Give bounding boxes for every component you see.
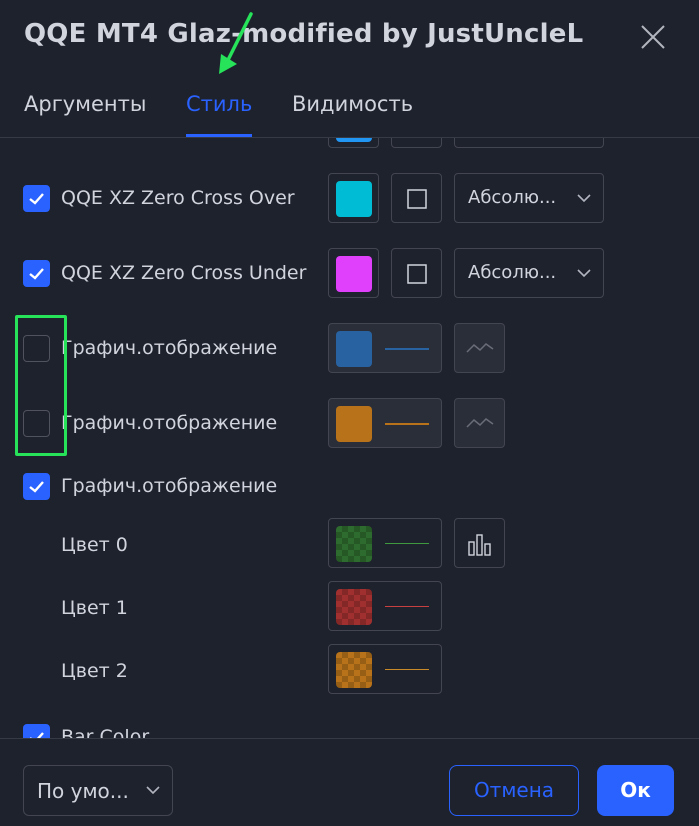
plot2-label: Графич.отображение [61, 412, 278, 434]
color-swatch [336, 652, 372, 688]
zero-cross-over-checkbox[interactable] [23, 185, 50, 212]
line-chart-icon [466, 343, 494, 353]
check-icon [29, 268, 44, 280]
line-preview [385, 423, 429, 425]
zero-cross-under-label: QQE XZ Zero Cross Under [61, 262, 307, 284]
zero-cross-over-color-button[interactable] [328, 173, 379, 223]
color-swatch [336, 589, 372, 625]
bar-color-checkbox[interactable] [23, 724, 50, 738]
check-icon [30, 732, 44, 738]
location-select-value: Абсолю... [468, 187, 557, 208]
zero-cross-over-label: QQE XZ Zero Cross Over [61, 187, 295, 209]
color-swatch [336, 406, 372, 442]
bar-color-label: Bar Color [61, 726, 150, 738]
line-preview [385, 543, 429, 544]
color0-plot-type-button[interactable] [454, 518, 505, 568]
square-shape-icon [407, 189, 427, 209]
color1-line-style-button[interactable] [328, 581, 442, 631]
tab-style[interactable]: Стиль [186, 88, 253, 137]
zero-cross-under-shape-button[interactable] [391, 248, 442, 298]
color2-label: Цвет 2 [61, 660, 128, 682]
zero-cross-under-color-button[interactable] [328, 248, 379, 298]
line-chart-icon [466, 418, 494, 428]
template-select[interactable]: По умо... [23, 765, 173, 816]
zero-cross-under-location-select[interactable]: Абсолю... [454, 248, 604, 298]
check-icon [29, 193, 44, 205]
dialog-title: QQE MT4 Glaz-modified by JustUncleL [24, 19, 584, 49]
plot1-line-style-button[interactable] [328, 323, 442, 373]
location-select[interactable] [454, 138, 604, 148]
chevron-down-icon [577, 269, 591, 278]
zero-cross-under-checkbox[interactable] [23, 260, 50, 287]
cancel-button[interactable]: Отмена [449, 765, 579, 816]
plot3-checkbox[interactable] [23, 473, 50, 500]
color-swatch [336, 138, 372, 142]
zero-cross-over-location-select[interactable]: Абсолю... [454, 173, 604, 223]
plot2-line-style-button[interactable] [328, 398, 442, 448]
chevron-down-icon [577, 194, 591, 203]
color0-label: Цвет 0 [61, 534, 128, 556]
plot2-checkbox[interactable] [23, 410, 50, 437]
close-icon[interactable] [640, 24, 666, 50]
tab-bar: Аргументы Стиль Видимость [0, 88, 699, 138]
ok-button[interactable]: Ок [597, 765, 674, 816]
color2-line-style-button[interactable] [328, 644, 442, 694]
style-settings-panel[interactable]: QQE XZ Zero Cross Over Абсолю... QQE XZ … [0, 138, 699, 738]
plot1-plot-type-button[interactable] [454, 323, 505, 373]
plot1-label: Графич.отображение [61, 337, 278, 359]
tab-arguments[interactable]: Аргументы [24, 88, 146, 137]
plot2-plot-type-button[interactable] [454, 398, 505, 448]
tab-visibility[interactable]: Видимость [292, 88, 413, 137]
location-select-value: Абсолю... [468, 262, 557, 283]
line-preview [385, 348, 429, 350]
color1-label: Цвет 1 [61, 597, 128, 619]
template-select-value: По умо... [37, 779, 129, 803]
plot1-checkbox[interactable] [23, 335, 50, 362]
histogram-icon [468, 534, 491, 556]
square-shape-icon [407, 264, 427, 284]
check-icon [29, 481, 44, 493]
plot3-label: Графич.отображение [61, 475, 278, 497]
zero-cross-over-shape-button[interactable] [391, 173, 442, 223]
color-swatch [336, 256, 372, 292]
dialog-footer: По умо... Отмена Ок [0, 738, 699, 826]
chevron-down-icon [146, 786, 160, 795]
line-preview [385, 669, 429, 670]
color-swatch [336, 526, 372, 562]
color-swatch [336, 331, 372, 367]
color-picker-button[interactable] [328, 138, 379, 148]
line-preview [385, 606, 429, 607]
shape-button[interactable] [391, 138, 442, 148]
color0-line-style-button[interactable] [328, 518, 442, 568]
color-swatch [336, 181, 372, 217]
